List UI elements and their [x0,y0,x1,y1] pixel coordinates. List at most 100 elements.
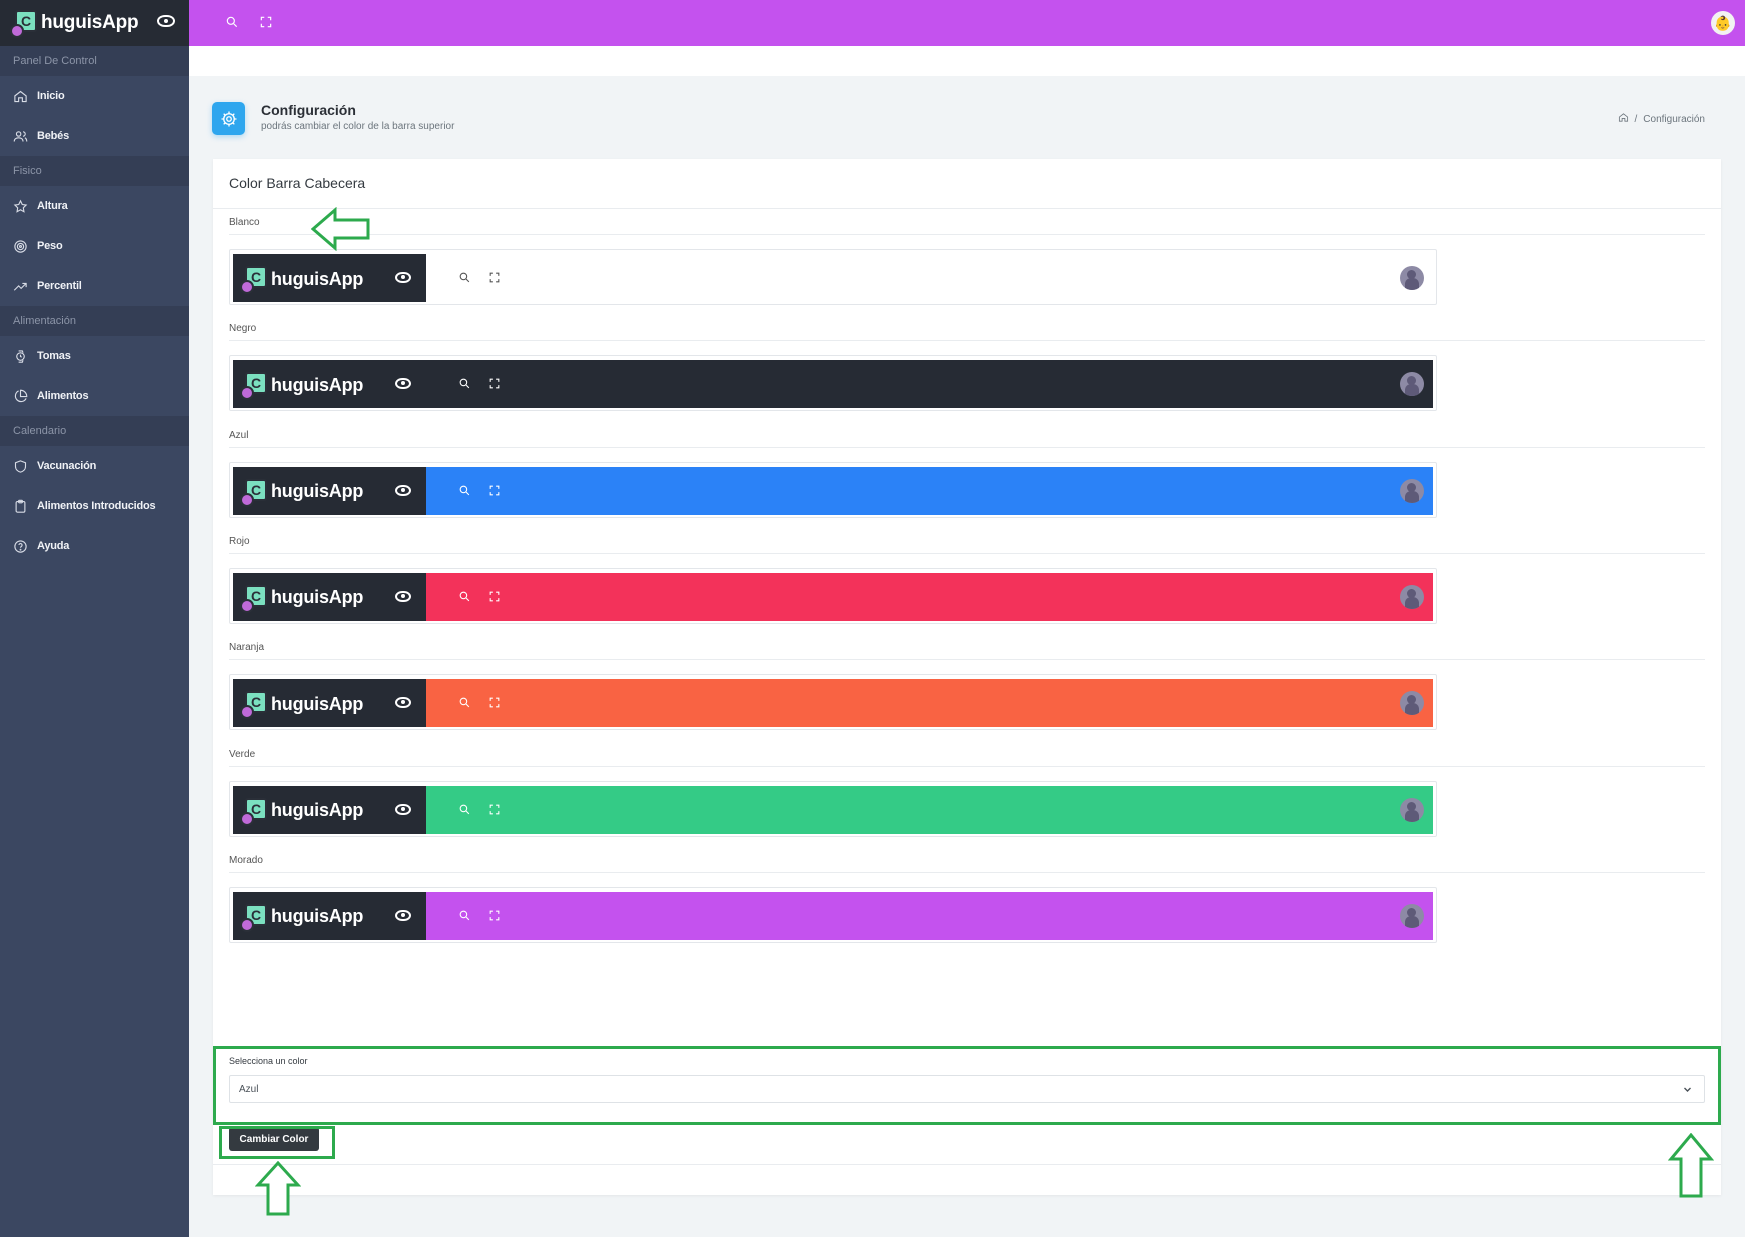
preview-topbar [426,785,1433,834]
app-logo[interactable]: C huguisApp [10,8,139,38]
sidebar-item-peso[interactable]: Peso [0,226,189,266]
sidebar-item-label: Alimentos [37,390,89,402]
preview-app-name: huguisApp [271,587,364,608]
preview-topbar [426,891,1433,940]
sidebar-section-header: Alimentación [0,306,189,336]
color-option-label: Morado [229,854,263,866]
sidebar-item-label: Percentil [37,280,82,292]
preview-logo: ChuguisApp [240,796,363,826]
preview-app-name: huguisApp [271,906,364,927]
header-preview[interactable]: ChuguisApp [229,886,1437,943]
arrow-up-icon [1667,1132,1715,1204]
breadcrumb-current: Configuración [1643,113,1705,125]
header-preview[interactable]: ChuguisApp [229,249,1437,305]
breadcrumb: / Configuración [1618,112,1705,126]
sidebar-item-tomas[interactable]: Tomas [0,336,189,376]
header-preview[interactable]: ChuguisApp [229,567,1437,624]
header-preview[interactable]: ChuguisApp [229,461,1437,518]
sidebar-item-alimentos[interactable]: Alimentos [0,376,189,416]
fullscreen-icon [488,909,501,922]
fullscreen-icon [488,377,501,390]
preview-app-name: huguisApp [271,268,364,289]
logo-mark-icon: C [240,902,270,932]
fullscreen-icon [488,484,501,497]
preview-sidebar-brand: ChuguisApp [233,360,426,409]
divider [229,659,1705,661]
search-icon[interactable] [225,15,239,29]
preview-logo: ChuguisApp [240,583,363,613]
logo-mark-icon: C [240,583,270,613]
avatar [1400,372,1424,397]
preview-sidebar-brand: ChuguisApp [233,254,426,302]
sidebar-item-altura[interactable]: Altura [0,186,189,226]
settings-icon [212,102,245,135]
color-option-label: Azul [229,429,249,441]
sidebar-item-label: Ayuda [37,540,70,552]
sidebar-item-vacunacion[interactable]: Vacunación [0,446,189,486]
clipboard-icon [13,499,28,514]
users-icon [13,129,28,144]
search-icon [458,590,471,603]
sidebar-section-header: Fisico [0,156,189,186]
header-color-card: Color Barra Cabecera Blanco ChuguisApp Neg… [213,159,1721,1195]
breadcrumb-home-icon[interactable] [1618,112,1629,126]
fullscreen-icon [488,696,501,709]
page-subtitle: podrás cambiar el color de la barra supe… [261,121,455,132]
preview-logo: ChuguisApp [240,689,364,720]
watch-icon [13,349,28,364]
divider [229,552,1705,554]
pie-chart-icon [13,389,28,404]
header-preview[interactable]: ChuguisApp [229,355,1437,412]
fullscreen-icon [488,590,501,603]
logo-mark-icon: C [10,8,40,38]
sidebar-item-inicio[interactable]: Inicio [0,76,189,116]
color-option-label: Rojo [229,535,250,547]
eye-icon [395,803,411,815]
sidebar-nav: Panel De Control Inicio Bebés Fisico Altura P… [0,46,189,566]
logo-mark-icon: C [240,689,270,720]
eye-icon [395,909,411,921]
avatar [1400,478,1424,503]
preview-topbar [426,466,1433,515]
header-preview[interactable]: ChuguisApp [229,780,1437,837]
sidebar: C huguisApp Panel De Control Inicio Bebés F… [0,0,189,1237]
preview-app-name: huguisApp [271,374,364,395]
sidebar-item-ayuda[interactable]: Ayuda [0,526,189,566]
preview-app-name: huguisApp [271,481,364,502]
fullscreen-icon[interactable] [259,15,273,29]
divider [213,208,1721,209]
card-title: Color Barra Cabecera [229,175,366,191]
help-circle-icon [13,539,28,554]
preview-sidebar-brand: ChuguisApp [233,679,426,728]
fullscreen-icon [488,803,501,816]
color-option-label: Naranja [229,642,265,654]
sidebar-item-percentil[interactable]: Percentil [0,266,189,306]
sidebar-brand: C huguisApp [0,0,189,46]
sidebar-toggle-eye-icon[interactable] [157,15,175,27]
preview-topbar [426,254,1433,302]
sidebar-section-header: Calendario [0,416,189,446]
shield-icon [13,459,28,474]
eye-icon [395,484,411,496]
preview-sidebar-brand: ChuguisApp [233,891,426,940]
preview-topbar [426,572,1433,621]
sidebar-section-header: Panel De Control [0,46,189,76]
preview-logo: ChuguisApp [240,264,363,294]
topbar: 👶 [189,0,1745,46]
avatar [1400,903,1424,928]
trending-up-icon [13,279,28,294]
sidebar-item-label: Peso [37,240,63,252]
home-icon [13,89,28,104]
sidebar-item-bebes[interactable]: Bebés [0,116,189,156]
avatar [1400,797,1424,822]
logo-mark-icon: C [240,264,270,294]
preview-topbar [426,679,1433,728]
preview-topbar [426,360,1433,409]
color-option-label: Negro [229,323,257,335]
header-preview[interactable]: ChuguisApp [229,674,1437,731]
user-avatar[interactable]: 👶 [1711,11,1735,35]
arrow-up-icon [254,1160,302,1222]
preview-app-name: huguisApp [271,693,364,714]
search-icon [458,484,471,497]
sidebar-item-alimentos-introducidos[interactable]: Alimentos Introducidos [0,486,189,526]
